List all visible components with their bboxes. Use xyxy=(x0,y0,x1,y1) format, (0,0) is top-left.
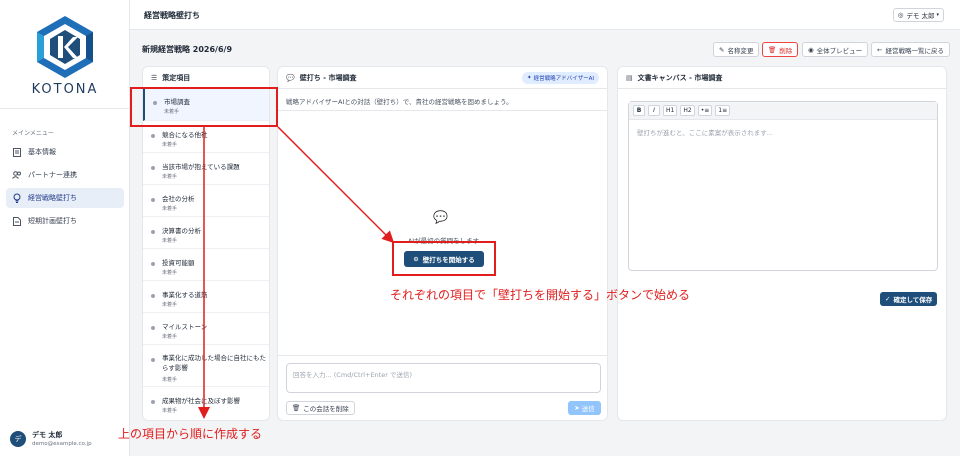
annotation-order-note: 上の項目から順に作成する xyxy=(118,427,263,441)
annotation-arrows xyxy=(198,126,395,419)
annotation-arrow-to-start xyxy=(277,126,395,244)
annotation-start-note: それぞれの項目で「壁打ちを開始する」ボタンで始める xyxy=(390,288,691,302)
